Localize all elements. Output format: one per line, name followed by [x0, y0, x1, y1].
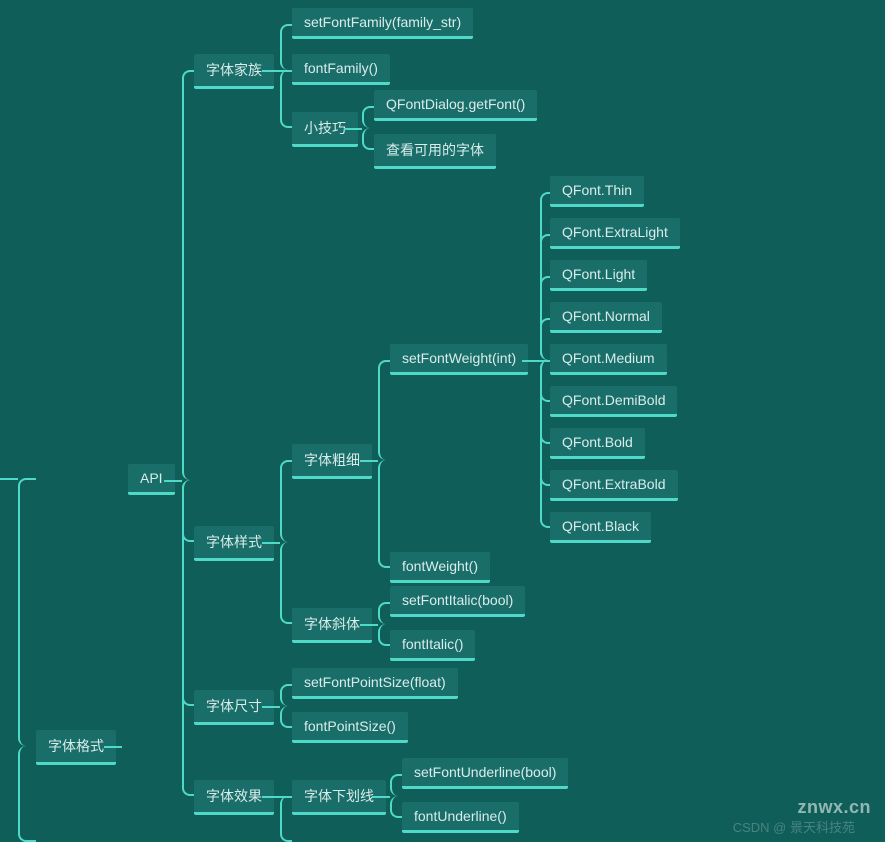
- connector: [164, 480, 182, 482]
- connector: [280, 796, 292, 842]
- connector: [280, 460, 292, 542]
- node-set-font-point-size[interactable]: setFontPointSize(float): [292, 668, 458, 699]
- connector: [104, 746, 122, 748]
- connector: [362, 128, 374, 150]
- connector: [540, 360, 550, 528]
- connector: [344, 128, 362, 130]
- mindmap-canvas: 字体格式 API 字体家族 setFontFamily(family_str) …: [0, 0, 885, 842]
- connector: [390, 774, 402, 796]
- node-set-font-italic[interactable]: setFontItalic(bool): [390, 586, 525, 617]
- connector: [360, 460, 378, 462]
- node-font-italic-fn[interactable]: fontItalic(): [390, 630, 475, 661]
- connector: [18, 746, 36, 842]
- connector: [182, 70, 194, 480]
- node-qfont-thin[interactable]: QFont.Thin: [550, 176, 644, 207]
- connector: [522, 360, 540, 362]
- connector: [262, 796, 280, 798]
- connector: [262, 70, 280, 72]
- connector: [360, 624, 378, 626]
- node-set-font-family[interactable]: setFontFamily(family_str): [292, 8, 473, 39]
- node-set-font-underline[interactable]: setFontUnderline(bool): [402, 758, 568, 789]
- node-view-fonts[interactable]: 查看可用的字体: [374, 134, 496, 169]
- node-qfont-demibold[interactable]: QFont.DemiBold: [550, 386, 677, 417]
- connector: [262, 542, 280, 544]
- connector: [390, 796, 402, 818]
- connector: [540, 318, 550, 360]
- node-qfont-extralight[interactable]: QFont.ExtraLight: [550, 218, 680, 249]
- connector: [378, 624, 390, 646]
- node-qfont-normal[interactable]: QFont.Normal: [550, 302, 662, 333]
- node-font-family-fn[interactable]: fontFamily(): [292, 54, 390, 85]
- connector: [280, 706, 292, 728]
- connector: [280, 542, 292, 624]
- connector: [378, 602, 390, 624]
- node-font-weight-fn[interactable]: fontWeight(): [390, 552, 490, 583]
- node-font-point-size[interactable]: fontPointSize(): [292, 712, 408, 743]
- connector: [280, 796, 292, 798]
- connector: [280, 70, 292, 72]
- watermark-credit: CSDN @ 景天科技苑: [733, 817, 855, 836]
- connector: [372, 796, 390, 798]
- node-getfont[interactable]: QFontDialog.getFont(): [374, 90, 537, 121]
- node-font-underline-fn[interactable]: fontUnderline(): [402, 802, 519, 833]
- connector: [0, 478, 18, 480]
- connector: [262, 706, 280, 708]
- node-set-font-weight[interactable]: setFontWeight(int): [390, 344, 528, 375]
- node-qfont-bold[interactable]: QFont.Bold: [550, 428, 645, 459]
- connector: [182, 480, 194, 796]
- connector: [378, 360, 390, 460]
- connector: [378, 460, 390, 568]
- connector: [280, 70, 292, 128]
- node-qfont-medium[interactable]: QFont.Medium: [550, 344, 667, 375]
- node-qfont-extrabold[interactable]: QFont.ExtraBold: [550, 470, 678, 501]
- node-qfont-black[interactable]: QFont.Black: [550, 512, 651, 543]
- connector: [280, 684, 292, 706]
- connector: [362, 106, 374, 128]
- node-qfont-light[interactable]: QFont.Light: [550, 260, 647, 291]
- watermark-site: znwx.cn: [797, 797, 871, 818]
- connector: [280, 24, 292, 70]
- connector: [18, 478, 36, 746]
